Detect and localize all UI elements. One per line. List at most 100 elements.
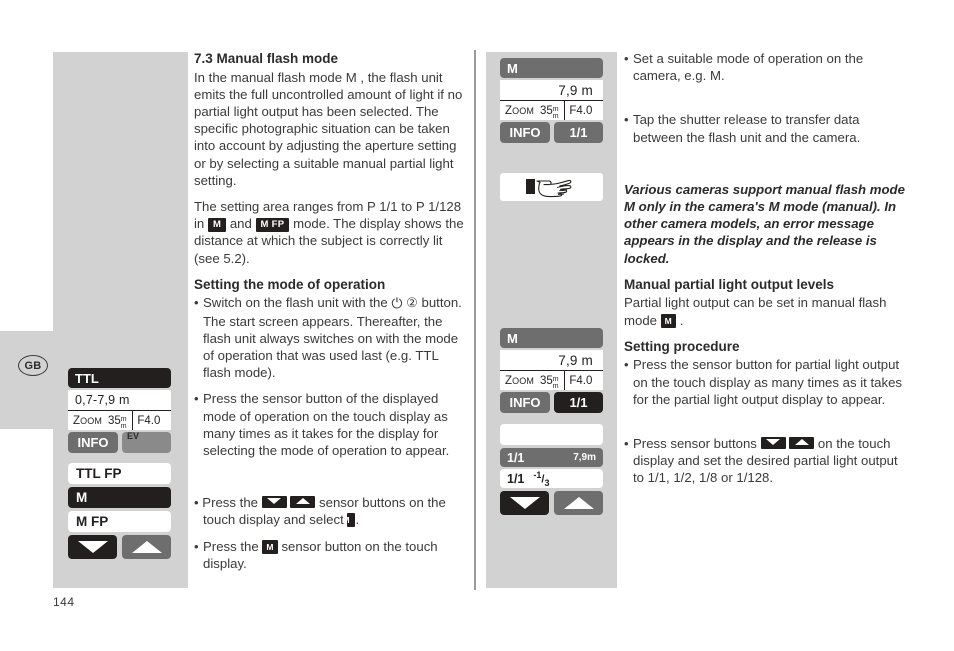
lcd-zoom-value: 35 (539, 104, 553, 117)
mode-tag-m: M (262, 539, 278, 554)
ev-button[interactable]: EV (122, 431, 171, 453)
lcd-zoom-unit-bottom: m (552, 112, 559, 120)
lcd-zoom-row: ZOOM 35 mm F4.0 (68, 411, 171, 430)
paragraph-setting-area: The setting area ranges from P 1/1 to P … (194, 198, 466, 267)
right-spacer-3 (624, 417, 906, 435)
bullet-press-arrows: • Press the sensor buttons on the touch … (194, 495, 446, 528)
arrow-down-icon (760, 436, 786, 449)
mode-tag-m-fp: M FP (255, 218, 290, 233)
lcd-aperture: F4.0 (569, 104, 593, 117)
bullet-list-setting-mode: Switch on the flash unit with the ⏻ ② bu… (194, 294, 466, 459)
pointing-hand-icon (500, 173, 603, 201)
info-button[interactable]: INFO (500, 392, 550, 413)
bullet-press-arrows-c: . (355, 512, 360, 528)
info-button[interactable]: INFO (500, 122, 550, 143)
partial-output-level-row[interactable]: 1/1 7,9m (500, 448, 603, 467)
paragraph-partial-output-b: . (679, 312, 684, 328)
subheading-partial-levels: Manual partial light output levels (624, 276, 835, 292)
lcd-zoom-value: 35 (107, 414, 121, 427)
lcd-zoom-label-small: OOM (512, 105, 534, 116)
arrow-down-button[interactable] (500, 491, 549, 515)
lcd-aperture: F4.0 (569, 374, 593, 387)
lcd-zoom-label: ZOOM (73, 414, 102, 427)
bullet-press-sensor-mode: Press the sensor button of the displayed… (194, 390, 466, 459)
lcd-m-display-top: M 7,9 m ZOOM 35 mm F4.0 INFO 1/1 (500, 58, 603, 143)
lcd-zoom-separator (131, 411, 134, 430)
lcd-zoom-separator (563, 371, 566, 390)
right-column: Set a suitable mode of operation on the … (624, 50, 906, 496)
arrow-up-icon (789, 436, 815, 449)
lcd-mode-bar[interactable]: TTL (68, 368, 171, 388)
triangle-up-icon (563, 497, 594, 509)
power-icon: ⏻ (391, 295, 403, 312)
column-divider (474, 50, 476, 590)
partial-output-adjust-row[interactable]: 1/1 -1/3 (500, 469, 603, 488)
mode-item-ttl-fp[interactable]: TTL FP (68, 463, 171, 484)
bullet-set-mode: Set a suitable mode of operation on the … (624, 50, 906, 84)
triangle-down-icon (77, 541, 108, 553)
subheading-setting-mode: Setting the mode of operation (194, 276, 386, 292)
mode-item-m-fp[interactable]: M FP (68, 511, 171, 532)
lcd-partial-output-panel: 1/1 7,9m 1/1 -1/3 (500, 424, 603, 515)
lcd-zoom-unit-top: m (552, 375, 559, 383)
triangle-down-icon (509, 497, 540, 509)
lcd-distance: 7,9 m (500, 350, 603, 371)
lcd-zoom-unit-bottom: m (552, 382, 559, 390)
lcd-distance: 7,9 m (500, 80, 603, 101)
lcd-m-display-bottom: M 7,9 m ZOOM 35 mm F4.0 INFO 1/1 (500, 328, 603, 413)
lcd-zoom-label: ZOOM (505, 374, 534, 387)
language-tab-label: GB (18, 355, 48, 376)
partial-output-button[interactable]: 1/1 (554, 122, 603, 143)
partial-output-distance: 7,9m (573, 452, 596, 463)
ev-button-label: EV (127, 431, 140, 441)
lcd-zoom-value-group: 35 mm (102, 414, 128, 430)
bullet-press-m: Press the M sensor button on the touch d… (194, 538, 466, 572)
lcd-zoom-label-small: OOM (80, 415, 102, 426)
bullet-press-partial-sensor: Press the sensor button for partial ligh… (624, 356, 906, 408)
manual-page: GB TTL 0,7-7,9 m ZOOM 35 mm F4.0 INFO EV… (0, 0, 954, 651)
bullet-switch-on: Switch on the flash unit with the ⏻ ② bu… (194, 294, 466, 381)
arrow-up-button[interactable] (554, 491, 603, 515)
lcd-zoom-separator (563, 101, 566, 120)
bullet-tap-shutter: Tap the shutter release to transfer data… (624, 111, 906, 145)
mode-tag-m: M (207, 218, 227, 233)
lcd-zoom-value-group: 35 mm (534, 104, 560, 120)
lcd-button-row: INFO 1/1 (500, 122, 603, 143)
mode-item-m[interactable]: M (68, 487, 171, 508)
partial-output-button[interactable]: 1/1 (554, 392, 603, 413)
lcd-zoom-row: ZOOM 35 mm F4.0 (500, 101, 603, 120)
lcd-zoom-unit-top: m (552, 105, 559, 113)
arrow-up-button[interactable] (122, 535, 171, 559)
lcd-zoom-label: ZOOM (505, 104, 534, 117)
correction-denominator: 3 (544, 477, 550, 488)
language-tab (0, 331, 53, 429)
section-heading: 7.3 Manual flash mode (194, 51, 339, 66)
bullet-list-select-m: • Press the sensor buttons on the touch … (194, 494, 466, 572)
partial-output-level-value: 1/1 (507, 450, 525, 465)
bullet-list-shutter: Tap the shutter release to transfer data… (624, 111, 906, 145)
lcd-aperture: F4.0 (137, 414, 161, 427)
lcd-ttl-display: TTL 0,7-7,9 m ZOOM 35 mm F4.0 INFO EV (68, 368, 171, 453)
correction-numerator: -1 (533, 469, 542, 480)
lcd-mode-selection: TTL FP M M FP (68, 463, 171, 559)
page-number: 144 (53, 595, 75, 609)
lcd-button-row: INFO 1/1 (500, 392, 603, 413)
bullet-press-arrows-a: Press the (202, 495, 258, 511)
bullet-list-procedure: Press the sensor button for partial ligh… (624, 356, 906, 408)
paragraph-intro: In the manual flash mode M , the flash u… (194, 69, 463, 188)
bullet-press-sensor-buttons: Press sensor buttons on the touch displa… (624, 435, 906, 487)
lcd-mode-bar[interactable]: M (500, 58, 603, 78)
lcd-mode-bar[interactable]: M (500, 328, 603, 348)
lcd-button-row: INFO EV (68, 431, 171, 453)
lcd-zoom-label-small: OOM (512, 375, 534, 386)
arrow-down-button[interactable] (68, 535, 117, 559)
info-button[interactable]: INFO (68, 432, 118, 453)
bullet-press-m-a: Press the (203, 538, 259, 554)
mode-arrow-row (68, 535, 171, 559)
bullet-switch-on-a: Switch on the flash unit with the (203, 295, 388, 311)
bullet-list-camera-setup: Set a suitable mode of operation on the … (624, 50, 906, 84)
bullet-list-set-output: Press sensor buttons on the touch displa… (624, 435, 906, 487)
partial-output-correction: -1/3 (533, 469, 550, 488)
right-spacer-2 (624, 155, 906, 181)
